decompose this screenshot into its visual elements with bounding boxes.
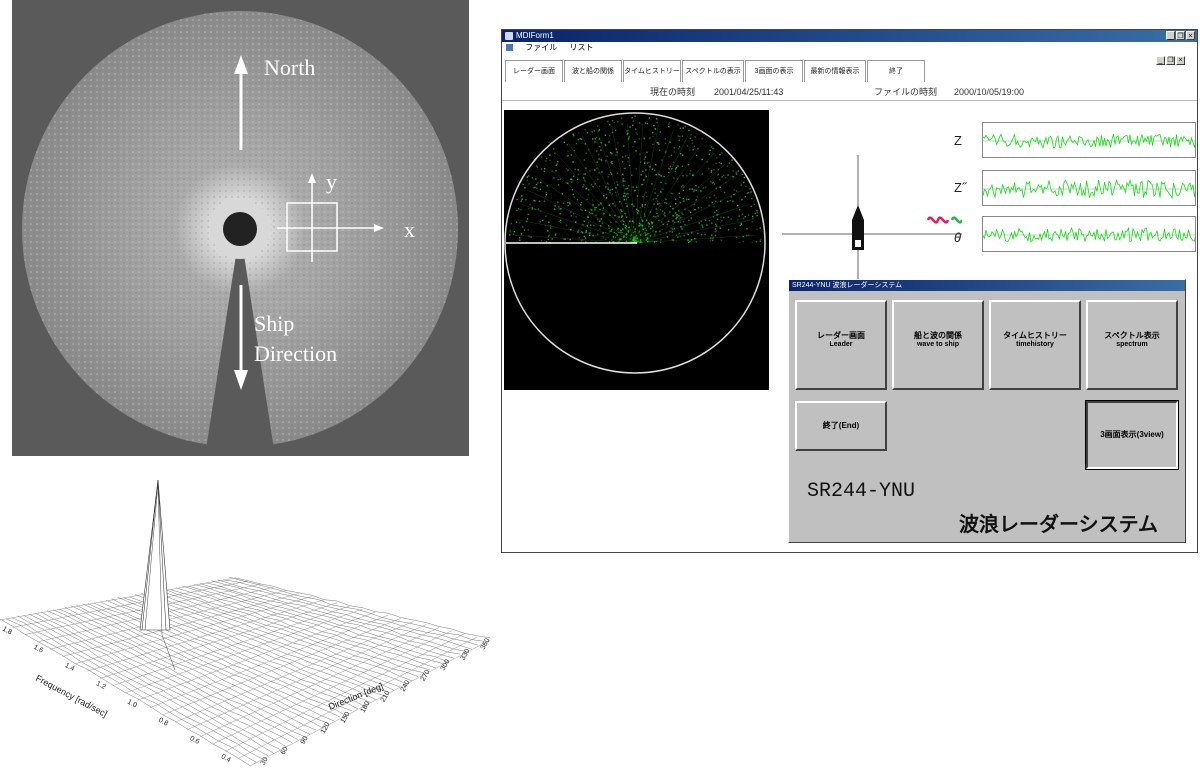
timeseries-theta [982,216,1196,252]
x-axis-label: x [404,217,415,242]
spectrum-button[interactable]: スペクトル表示 spectrum [1086,300,1178,390]
spectrum-button-sub: spectrum [1116,341,1148,348]
document-icon [506,44,513,52]
radar-display [504,110,769,390]
system-dialog[interactable]: SR244-YNU 波浪レーダーシステム レーダー画面 Leader 船と波の関… [788,279,1186,543]
frequency-tick-label: 1.4 [64,662,76,673]
ship-label-line1: Ship [254,311,295,336]
radar-screen-button-sub: Leader [829,341,853,348]
file-time-label: ファイルの時刻 [874,87,938,97]
current-time-label: 現在の時刻 [650,87,696,97]
direction-tick-label: 240 [400,679,412,693]
minimize-button[interactable]: _ [1166,31,1175,40]
tab-3view[interactable]: 3画面の表示 [745,60,803,82]
wave-to-ship-button[interactable]: 船と波の関係 wave to ship [892,300,984,390]
maximize-button[interactable]: ❐ [1176,31,1185,40]
tab-radar[interactable]: レーダー画面 [505,60,563,82]
direction-tick-label: 60 [280,746,290,756]
direction-tick-label: 330 [460,648,472,662]
dialog-brand: SR244-YNU [807,480,916,503]
frequency-tick-label: 1.2 [95,680,107,691]
wave-to-ship-button-label: 船と波の関係 [914,331,962,340]
timeseries-z [982,122,1196,158]
radar-screen-button-label: レーダー画面 [817,331,865,340]
app-icon [505,32,513,40]
current-time-value: 2001/04/25/11:43 [714,87,784,97]
wave-green-icon [950,216,964,224]
north-label: North [264,55,316,80]
radar-image [22,11,458,456]
dialog-system-name: 波浪レーダーシステム [959,514,1158,536]
frequency-tick-label: 1.0 [126,699,138,710]
spectrum-3d-plot: 0306090120150180210240270300330360 1.81.… [0,470,500,770]
tab-spectrum[interactable]: スペクトルの表示 [682,60,744,82]
series-label-theta: θ [954,230,962,245]
file-time-value: 2000/10/05/19:00 [954,87,1025,97]
window-title-bar[interactable]: MDIForm1 _ ❐ × [502,30,1197,42]
direction-tick-label: 90 [300,735,310,745]
tab-timehistory[interactable]: タイムヒストリー [623,60,681,82]
dialog-title: SR244-YNU 波浪レーダーシステム [789,280,1185,291]
frequency-tick-label: 0.6 [189,735,201,746]
direction-tick-label: 150 [340,711,352,725]
window-title: MDIForm1 [516,31,554,40]
radar-image-panel: North Ship Direction x y [12,0,469,456]
frequency-tick-label: 1.6 [32,644,44,655]
series-label-z: Z [954,133,962,148]
child-minimize-button[interactable]: _ [1156,56,1165,65]
menu-bar: ファイル リスト _ ❐ × [502,42,1197,65]
direction-tick-label: 270 [420,669,432,683]
timehistory-button[interactable]: タイムヒストリー timehistory [989,300,1081,390]
wave-to-ship-button-sub: wave to ship [916,341,959,348]
mdi-application-window[interactable]: MDIForm1 _ ❐ × ファイル リスト _ ❐ × レーダー画面 波と船… [501,29,1198,553]
radar-display-svg [504,112,766,374]
spectrum-button-label: スペクトル表示 [1104,331,1160,340]
y-axis-label: y [326,169,337,194]
wave-red-icon [926,216,950,224]
timeseries-zdd [982,170,1196,206]
menu-list[interactable]: リスト [569,43,593,52]
tab-wave-ship[interactable]: 波と船の関係 [564,60,622,82]
tab-latest-info[interactable]: 最新の情報表示 [804,60,866,82]
frequency-tick-label: 0.4 [220,753,232,764]
timehistory-button-sub: timehistory [1016,341,1054,348]
close-button[interactable]: × [1186,31,1195,40]
direction-axis-label: Direction [deg] [327,681,385,712]
ship-label-line2: Direction [254,341,338,366]
spectrum-3d-svg: 0306090120150180210240270300330360 1.81.… [0,479,492,767]
direction-tick-label: 120 [320,721,332,735]
timehistory-button-label: タイムヒストリー [1003,331,1067,340]
child-restore-button[interactable]: ❐ [1166,56,1175,65]
child-close-button[interactable]: × [1176,56,1185,65]
menu-file[interactable]: ファイル [525,43,557,52]
series-label-zdd: Z˝ [954,180,967,195]
direction-tick-label: 300 [440,658,452,672]
direction-tick-label: 30 [260,756,270,766]
three-view-button[interactable]: 3画面表示(3view) [1085,400,1179,470]
time-status-row: 現在の時刻 2001/04/25/11:43 ファイルの時刻 2000/10/0… [502,85,1197,101]
frequency-tick-label: 0.8 [157,717,169,728]
direction-tick-label: 210 [380,690,392,704]
end-button[interactable]: 終了(End) [795,401,887,451]
tab-exit[interactable]: 終了 [867,60,925,82]
frequency-tick-label: 1.8 [1,626,13,637]
radar-screen-button[interactable]: レーダー画面 Leader [795,300,887,390]
direction-tick-label: 360 [480,637,492,651]
direction-tick-label: 180 [360,700,372,714]
